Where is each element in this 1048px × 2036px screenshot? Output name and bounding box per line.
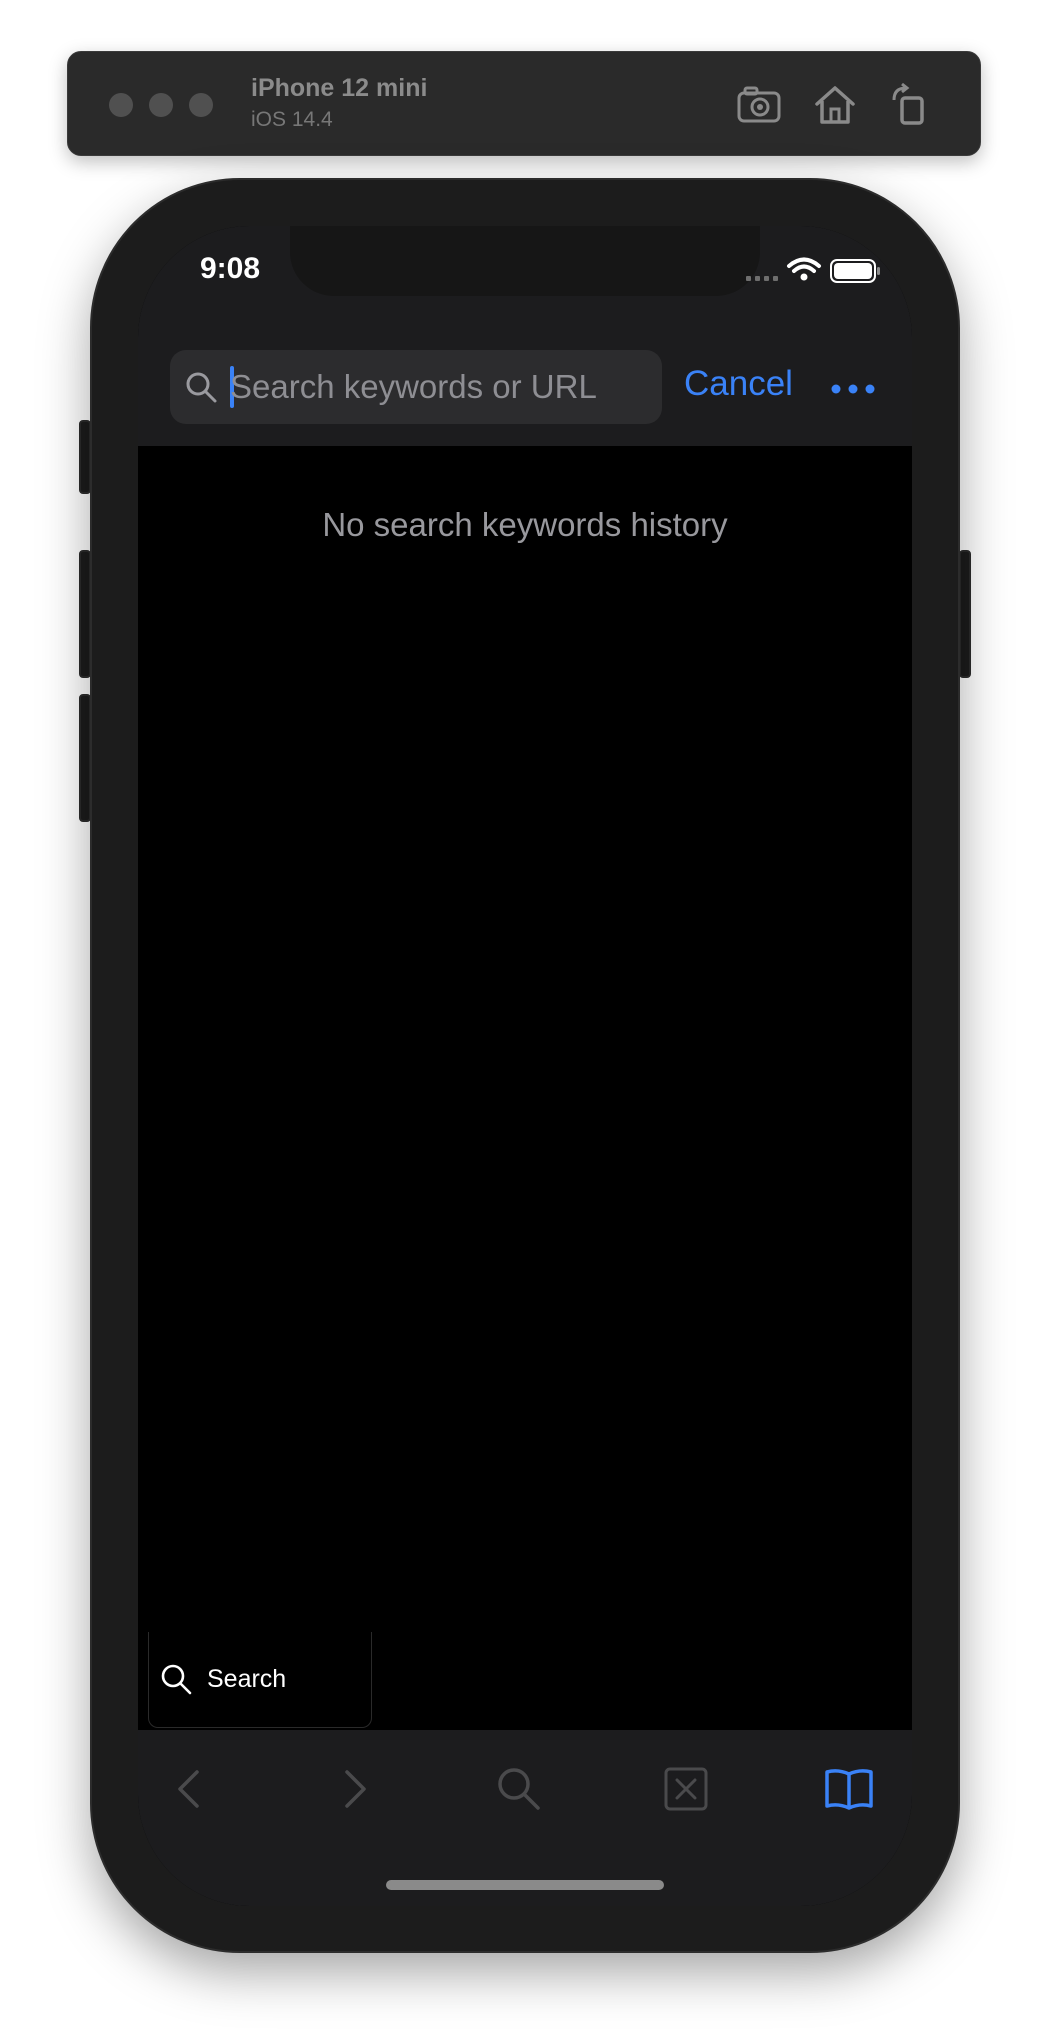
notch	[290, 226, 760, 296]
search-icon	[186, 372, 217, 403]
bookmarks-icon[interactable]	[824, 1764, 874, 1814]
forward-icon[interactable]	[328, 1764, 378, 1814]
empty-history-message: No search keywords history	[322, 506, 728, 543]
bottom-toolbar	[138, 1730, 912, 1906]
window-close-button[interactable]	[109, 93, 133, 117]
close-tab-icon[interactable]	[661, 1764, 711, 1814]
device-name: iPhone 12 mini	[251, 74, 428, 102]
power-button	[959, 550, 971, 678]
home-icon[interactable]	[812, 82, 858, 128]
cellular-icon	[746, 276, 778, 281]
window-minimize-button[interactable]	[149, 93, 173, 117]
home-indicator	[386, 1880, 664, 1890]
more-icon[interactable]	[828, 374, 878, 404]
search-field[interactable]	[170, 350, 662, 424]
phone-screen: 9:08 Search keywords or URL Cancel No se…	[138, 226, 912, 1906]
os-version: iOS 14.4	[251, 108, 333, 131]
camera-icon[interactable]	[736, 82, 782, 128]
cancel-button[interactable]: Cancel	[684, 364, 793, 404]
search-chip-label: Search	[207, 1665, 287, 1693]
window-zoom-button[interactable]	[189, 93, 213, 117]
rotate-icon[interactable]	[888, 82, 934, 128]
back-icon[interactable]	[166, 1764, 216, 1814]
navigation-area: 9:08 Search keywords or URL Cancel	[138, 226, 912, 446]
search-icon[interactable]	[494, 1764, 544, 1814]
status-icons	[746, 257, 880, 283]
status-time: 9:08	[200, 252, 261, 285]
wifi-icon	[787, 257, 821, 281]
battery-icon	[830, 259, 880, 283]
search-chip[interactable]: Search	[148, 1632, 372, 1728]
search-icon	[161, 1664, 192, 1695]
simulator-title-bar: iPhone 12 mini iOS 14.4	[67, 51, 981, 156]
search-input[interactable]	[230, 350, 650, 424]
